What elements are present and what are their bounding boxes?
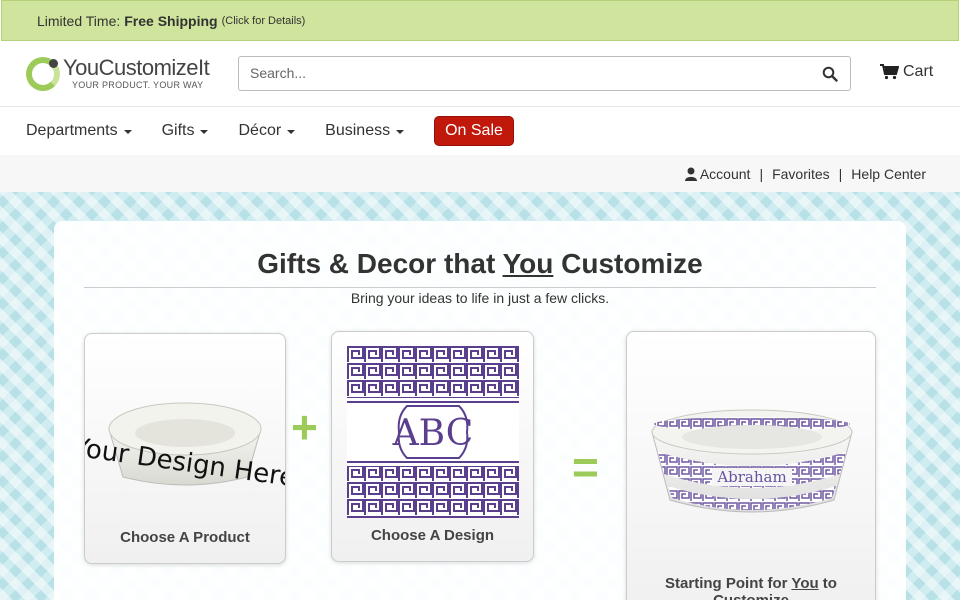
divider: | [759,165,764,182]
help-center-link[interactable]: Help Center [851,166,926,182]
utility-bar: Account | Favorites | Help Center [0,155,960,192]
logo-ring-icon [26,57,60,91]
nav-departments-label: Departments [26,122,118,139]
hero-title-you: You [502,248,554,279]
user-icon [684,167,697,181]
equals-sign: = [572,441,599,493]
promo-details-link[interactable]: (Click for Details) [222,15,306,27]
result-label: Starting Point for You to Customize [627,575,875,600]
cart-label: Cart [903,63,934,80]
caret-down-icon [287,130,296,134]
customized-result-card[interactable]: Abraham Starting Point for You to Custom… [626,331,876,600]
choose-product-card[interactable]: Your Design Here Choose A Product [84,333,286,564]
cart-button[interactable]: Cart [880,63,933,81]
account-link[interactable]: Account [684,165,751,182]
result-label-you: You [791,575,819,592]
search-input[interactable] [239,57,799,89]
site-logo[interactable]: YouCustomizeIt YOUR PRODUCT. YOUR WAY [26,55,226,91]
plus-sign: + [291,401,318,453]
monogram-text: ABC [392,413,474,454]
choose-design-card[interactable]: ABC Choose A Design [331,331,534,562]
choose-design-label: Choose A Design [370,527,495,544]
nav-gifts-label: Gifts [161,122,195,139]
main-nav: Departments Gifts Décor Business On Sale [0,107,960,155]
nav-gifts[interactable]: Gifts [162,122,209,140]
caret-down-icon [123,130,132,134]
promo-banner[interactable]: Limited Time: Free Shipping (Click for D… [1,0,959,41]
nav-departments[interactable]: Departments [26,122,132,140]
hero-title-pre: Gifts & Decor that [257,248,503,279]
logo-tagline: YOUR PRODUCT. YOUR WAY [72,80,204,90]
logo-name: YouCustomizeIt [63,55,210,80]
search-bar [238,56,851,91]
nav-decor[interactable]: Décor [238,122,296,140]
choose-product-label: Choose A Product [120,529,250,546]
nav-business-label: Business [325,122,391,139]
promo-highlight: Free Shipping [124,12,218,29]
cart-icon [880,64,899,80]
bowl-name-text: Abraham [716,468,786,486]
divider: | [838,165,843,182]
on-sale-button[interactable]: On Sale [434,116,514,146]
result-label-pre: Starting Point for [665,575,792,592]
promo-prefix: Limited Time: [37,12,121,29]
caret-down-icon [200,130,209,134]
hero-subtitle: Bring your ideas to life in just a few c… [350,290,610,306]
favorites-link[interactable]: Favorites [772,166,830,182]
search-icon[interactable] [822,66,838,82]
greek-key-monogram-image: ABC [347,346,519,518]
site-header: YouCustomizeIt YOUR PRODUCT. YOUR WAY Ca… [0,41,960,107]
hero-title: Gifts & Decor that You Customize [0,248,960,280]
hero-divider [84,287,876,288]
blank-pet-bowl-image: Your Design Here [85,402,285,493]
hero-title-post: Customize [553,248,703,279]
nav-business[interactable]: Business [325,122,405,140]
nav-decor-label: Décor [238,122,282,139]
account-label: Account [699,165,751,182]
customized-pet-bowl-image: Abraham [651,409,853,513]
caret-down-icon [396,130,405,134]
